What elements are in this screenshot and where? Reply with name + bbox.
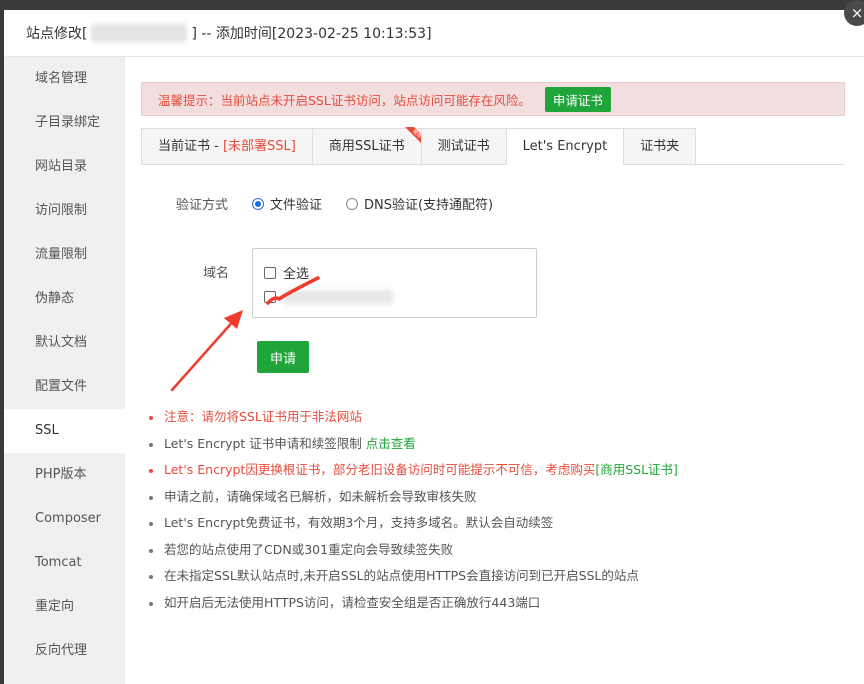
checkbox-icon [264,291,276,303]
sidebar-item-tomcat[interactable]: Tomcat [4,541,125,585]
alert-text: 温馨提示：当前站点未开启SSL证书访问，站点访问可能存在风险。 [158,92,531,108]
radio-file-verify-label: 文件验证 [270,198,323,213]
sidebar-item-traffic-limit[interactable]: 流量限制 [4,233,125,277]
sidebar-item-composer[interactable]: Composer [4,497,125,541]
tab-current-cert-status: [未部署SSL] [222,139,296,154]
ssl-panel: 温馨提示：当前站点未开启SSL证书访问，站点访问可能存在风险。 申请证书 当前证… [125,57,864,684]
ssl-warning-alert: 温馨提示：当前站点未开启SSL证书访问，站点访问可能存在风险。 申请证书 [141,82,845,116]
radio-dns-verify-label: DNS验证(支持通配符) [364,198,494,213]
sidebar-item-default-doc[interactable]: 默认文档 [4,321,125,365]
dialog-header: 站点修改[ ] -- 添加时间[2023-02-25 10:13:53] [4,10,864,57]
tab-cert-folder[interactable]: 证书夹 [623,128,697,164]
radio-dns-verify[interactable]: DNS验证(支持通配符) [346,194,493,213]
site-settings-dialog: 站点修改[ ] -- 添加时间[2023-02-25 10:13:53] × 域… [4,0,864,684]
tab-current-cert[interactable]: 当前证书 - [未部署SSL] [141,128,313,164]
tab-lets-encrypt[interactable]: Let's Encrypt [505,128,625,165]
view-limits-link[interactable]: 点击查看 [366,436,416,451]
tab-commercial-ssl-label: 商用SSL证书 [328,139,405,154]
ssl-tabs: 当前证书 - [未部署SSL] 商用SSL证书 推荐 测试证书 Let's En… [141,127,845,165]
tab-test-cert[interactable]: 测试证书 [420,128,507,164]
domain-checkbox[interactable] [264,290,393,304]
note-text: Let's Encrypt 证书申请和续签限制 [164,435,366,451]
tab-commercial-ssl[interactable]: 商用SSL证书 推荐 [311,127,423,164]
note-text: Let's Encrypt因更换根证书，部分老旧设备访问时可能提示不可信，考虑购… [164,462,596,477]
radio-file-verify[interactable]: 文件验证 [252,194,322,213]
select-all-label: 全选 [283,267,310,282]
note-item: Let's Encrypt免费证书，有效期3个月，支持多域名。默认会自动续签 [149,510,678,537]
apply-button[interactable]: 申请 [257,341,309,373]
checkbox-icon [264,266,276,279]
apply-certificate-button[interactable]: 申请证书 [544,86,611,112]
note-item: 申请之前，请确保域名已解析，如未解析会导致审核失败 [149,484,678,511]
sidebar-item-php-version[interactable]: PHP版本 [4,453,125,497]
sidebar-item-access-limit[interactable]: 访问限制 [4,189,125,233]
radio-unchecked-icon [346,197,358,210]
sidebar-item-site-directory[interactable]: 网站目录 [4,145,125,189]
note-item: Let's Encrypt因更换根证书，部分老旧设备访问时可能提示不可信，考虑购… [149,457,678,484]
sidebar-item-subdirectory[interactable]: 子目录绑定 [4,101,125,145]
sidebar-item-rewrite[interactable]: 伪静态 [4,277,125,321]
note-item: 注意：请勿将SSL证书用于非法网站 [149,404,678,431]
sidebar: 域名管理 子目录绑定 网站目录 访问限制 流量限制 伪静态 默认文档 配置文件 … [4,57,125,684]
radio-checked-icon [252,197,264,210]
tab-current-cert-label: 当前证书 - [158,139,223,154]
domain-list-box: 全选 [252,248,537,318]
sidebar-item-redirect[interactable]: 重定向 [4,585,125,629]
verify-method-label: 验证方式 [176,198,229,213]
sidebar-item-ssl[interactable]: SSL [4,409,125,453]
note-item: 若您的站点使用了CDN或301重定向会导致续签失败 [149,537,678,564]
domain-label: 域名 [203,266,230,281]
notes-list: 注意：请勿将SSL证书用于非法网站 Let's Encrypt 证书申请和续签限… [149,404,678,616]
note-item: 如开启后无法使用HTTPS访问，请检查安全组是否正确放行443端口 [149,590,678,617]
note-item: Let's Encrypt 证书申请和续签限制 点击查看 [149,431,678,458]
blurred-domain-name [283,290,393,304]
sidebar-item-reverse-proxy[interactable]: 反向代理 [4,629,125,673]
dialog-title-prefix: 站点修改[ [26,26,88,42]
sidebar-item-config-file[interactable]: 配置文件 [4,365,125,409]
blurred-site-name [91,24,188,42]
select-all-checkbox[interactable]: 全选 [264,263,309,282]
sidebar-item-domain[interactable]: 域名管理 [4,57,125,101]
close-icon[interactable]: × [844,0,864,26]
note-item: 在未指定SSL默认站点时,未开启SSL的站点使用HTTPS会直接访问到已开启SS… [149,563,678,590]
dialog-title-suffix: ] -- 添加时间[2023-02-25 10:13:53] [191,26,432,42]
commercial-ssl-link[interactable]: [商用SSL证书] [595,462,678,477]
